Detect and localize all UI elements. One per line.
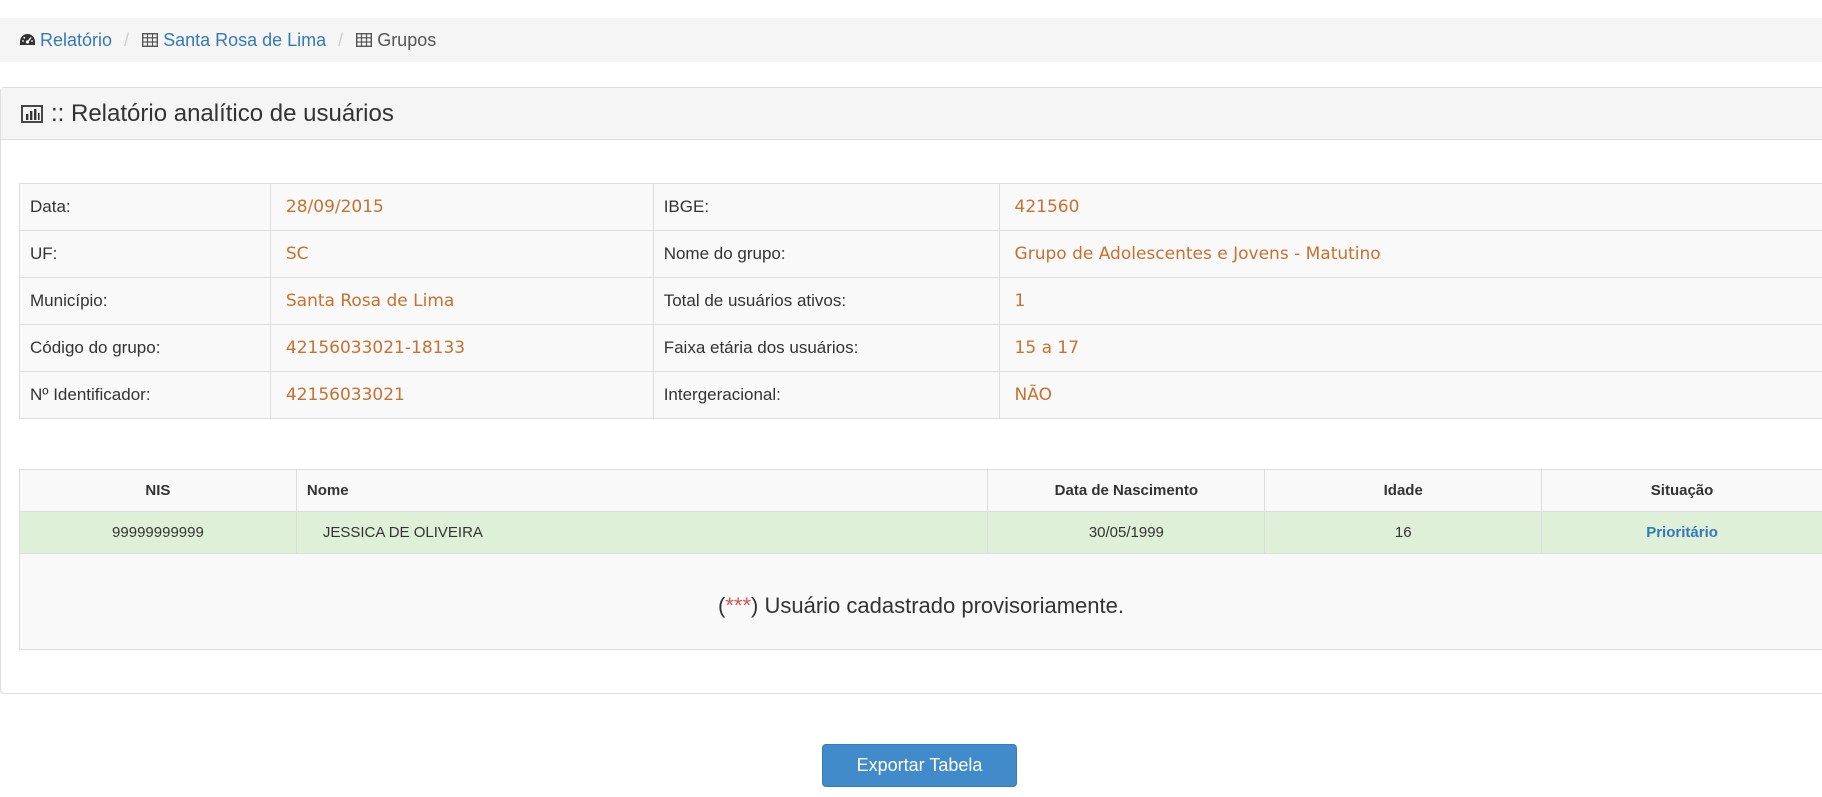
bar-chart-icon bbox=[21, 104, 43, 124]
info-row: Nº Identificador: 42156033021 Intergerac… bbox=[19, 371, 1822, 419]
column-header-nascimento: Data de Nascimento bbox=[987, 469, 1266, 512]
table-header-row: NIS Nome Data de Nascimento Idade Situaç… bbox=[19, 469, 1822, 512]
cell-idade: 16 bbox=[1264, 511, 1543, 554]
breadcrumb-item-municipio[interactable]: Santa Rosa de Lima bbox=[141, 30, 326, 51]
info-label-municipio: Município: bbox=[19, 277, 271, 325]
column-header-situacao: Situação bbox=[1541, 469, 1822, 512]
info-value-nome-grupo: Grupo de Adolescentes e Jovens - Matutin… bbox=[998, 230, 1822, 278]
export-table-button[interactable]: Exportar Tabela bbox=[822, 744, 1017, 787]
info-label-data: Data: bbox=[19, 183, 271, 231]
cell-nascimento: 30/05/1999 bbox=[987, 511, 1266, 554]
report-panel: :: Relatório analítico de usuários Data:… bbox=[0, 87, 1822, 694]
info-value-uf: SC bbox=[269, 230, 654, 278]
page-title: :: Relatório analítico de usuários bbox=[51, 99, 394, 127]
breadcrumb: Relatório / Santa Rosa de Lima / Grupos bbox=[0, 18, 1822, 62]
cell-nis: 99999999999 bbox=[19, 511, 297, 554]
panel-heading: :: Relatório analítico de usuários bbox=[1, 88, 1822, 140]
breadcrumb-current-grupos: Grupos bbox=[377, 29, 437, 50]
table-row: 99999999999 JESSICA DE OLIVEIRA 30/05/19… bbox=[19, 511, 1822, 554]
note-text: ) Usuário cadastrado provisoriamente. bbox=[751, 592, 1124, 618]
info-row: Código do grupo: 42156033021-18133 Faixa… bbox=[19, 324, 1822, 372]
info-label-total-usuarios: Total de usuários ativos: bbox=[652, 277, 1000, 325]
info-value-ibge: 421560 bbox=[998, 183, 1822, 231]
info-value-total-usuarios: 1 bbox=[998, 277, 1822, 325]
table-icon bbox=[141, 32, 159, 48]
info-label-ibge: IBGE: bbox=[652, 183, 1000, 231]
cell-nome: JESSICA DE OLIVEIRA bbox=[295, 511, 989, 554]
info-value-data: 28/09/2015 bbox=[269, 183, 654, 231]
info-label-intergeracional: Intergeracional: bbox=[652, 371, 1000, 419]
group-info-table: Data: 28/09/2015 IBGE: 421560 UF: SC Nom… bbox=[19, 183, 1822, 419]
info-value-faixa-etaria: 15 a 17 bbox=[998, 324, 1822, 372]
breadcrumb-link-relatorio[interactable]: Relatório bbox=[40, 30, 112, 51]
column-header-nis: NIS bbox=[19, 469, 297, 512]
info-label-faixa-etaria: Faixa etária dos usuários: bbox=[652, 324, 1000, 372]
note-row: (***) Usuário cadastrado provisoriamente… bbox=[19, 553, 1822, 650]
breadcrumb-separator: / bbox=[124, 29, 130, 50]
info-value-codigo-grupo: 42156033021-18133 bbox=[269, 324, 654, 372]
column-header-idade: Idade bbox=[1264, 469, 1543, 512]
note-stars: *** bbox=[725, 592, 752, 618]
column-header-nome: Nome bbox=[295, 469, 989, 512]
info-row: Município: Santa Rosa de Lima Total de u… bbox=[19, 277, 1822, 325]
breadcrumb-item-relatorio[interactable]: Relatório bbox=[18, 30, 112, 51]
info-value-intergeracional: NÃO bbox=[998, 371, 1822, 419]
cell-situacao[interactable]: Prioritário bbox=[1541, 511, 1822, 554]
provisional-note: (***) Usuário cadastrado provisoriamente… bbox=[19, 553, 1822, 650]
info-label-identificador: Nº Identificador: bbox=[19, 371, 271, 419]
info-value-municipio: Santa Rosa de Lima bbox=[269, 277, 654, 325]
info-row: UF: SC Nome do grupo: Grupo de Adolescen… bbox=[19, 230, 1822, 278]
breadcrumb-item-grupos: Grupos bbox=[355, 30, 436, 51]
breadcrumb-separator: / bbox=[338, 29, 344, 50]
breadcrumb-link-municipio[interactable]: Santa Rosa de Lima bbox=[163, 30, 326, 51]
info-label-uf: UF: bbox=[19, 230, 271, 278]
info-label-codigo-grupo: Código do grupo: bbox=[19, 324, 271, 372]
dashboard-icon bbox=[18, 32, 36, 48]
info-value-identificador: 42156033021 bbox=[269, 371, 654, 419]
table-icon bbox=[355, 32, 373, 48]
info-row: Data: 28/09/2015 IBGE: 421560 bbox=[19, 183, 1822, 231]
users-table: NIS Nome Data de Nascimento Idade Situaç… bbox=[19, 469, 1822, 650]
info-label-nome-grupo: Nome do grupo: bbox=[652, 230, 1000, 278]
